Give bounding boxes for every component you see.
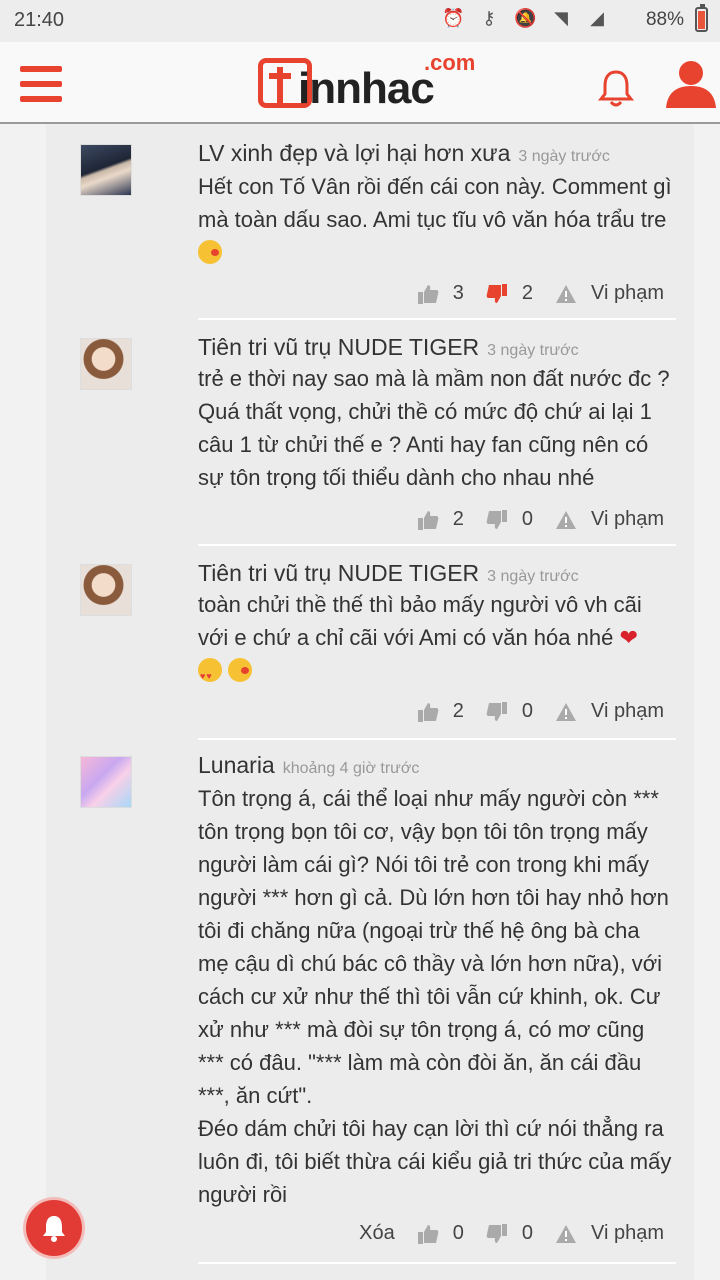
like-button[interactable]: 2 — [417, 700, 464, 723]
dislike-count: 0 — [521, 1222, 533, 1244]
heart-eyes-emoji-icon — [198, 658, 222, 693]
site-header: innhac .com — [0, 42, 720, 124]
menu-icon[interactable] — [20, 66, 62, 102]
dislike-button[interactable]: 2 — [486, 282, 533, 305]
kiss-emoji-icon — [198, 240, 222, 264]
heart-emoji-icon: ❤ — [619, 625, 638, 650]
comment-item: Lunaria khoảng 4 giờ trước Tôn trọng á, c… — [76, 752, 676, 1262]
comment-divider — [198, 544, 676, 546]
dislike-count: 0 — [521, 700, 533, 722]
like-count: 2 — [452, 700, 464, 722]
dislike-button[interactable]: 0 — [486, 508, 533, 531]
like-button[interactable]: 0 — [417, 1222, 464, 1245]
like-button[interactable]: 2 — [417, 508, 464, 531]
comment-divider — [198, 738, 676, 740]
notification-bell-icon[interactable] — [598, 68, 634, 108]
report-label: Vi phạm — [590, 282, 664, 304]
report-button[interactable]: Vi phạm — [555, 282, 664, 305]
status-time: 21:40 — [14, 9, 65, 31]
logo-wordmark: innhac — [298, 64, 435, 113]
mute-icon: 🔕 — [514, 8, 537, 29]
logo-domain: .com — [424, 50, 476, 75]
comment-text-continued: Đéo dám chửi tôi hay cạn lời thì cứ nói … — [198, 1116, 672, 1207]
thumbs-down-icon — [486, 1223, 507, 1243]
report-label: Vi phạm — [590, 700, 664, 722]
thumbs-down-icon — [486, 701, 507, 721]
comment-time: 3 ngày trước — [487, 342, 579, 359]
comment-time: 3 ngày trước — [518, 148, 610, 165]
user-account-icon[interactable] — [664, 58, 718, 110]
site-logo[interactable]: innhac .com — [258, 50, 475, 114]
key-icon: ⚷ — [482, 8, 496, 29]
comment-author[interactable]: Lunaria — [198, 752, 275, 778]
thumbs-up-icon — [417, 284, 439, 304]
avatar[interactable] — [80, 564, 132, 616]
battery-percent: 88% — [645, 9, 684, 30]
thumbs-up-icon — [417, 510, 439, 530]
comment-author[interactable]: Tiên tri vũ trụ NUDE TIGER — [198, 334, 479, 360]
comment-time: khoảng 4 giờ trước — [282, 760, 420, 777]
avatar[interactable] — [80, 338, 132, 390]
comment-divider — [198, 318, 676, 320]
like-count: 3 — [452, 282, 464, 304]
kiss-emoji-icon — [228, 658, 253, 682]
battery-icon — [695, 4, 708, 32]
warning-icon — [555, 510, 576, 529]
avatar[interactable] — [80, 144, 132, 196]
report-button[interactable]: Vi phạm — [555, 1222, 664, 1245]
comment-item: Tiên tri vũ trụ NUDE TIGER 3 ngày trước t… — [76, 560, 676, 736]
comment-text: trẻ e thời nay sao mà là mầm non đất nướ… — [198, 366, 670, 490]
comment-item: LV xinh đẹp và lợi hại hơn xưa 3 ngày trư… — [76, 140, 676, 324]
like-button[interactable]: 3 — [417, 282, 464, 305]
like-count: 0 — [452, 1222, 464, 1244]
thumbs-up-icon — [417, 702, 439, 722]
bell-icon — [43, 1216, 65, 1242]
delete-label: Xóa — [359, 1222, 395, 1244]
dislike-count: 0 — [521, 508, 533, 530]
report-button[interactable]: Vi phạm — [555, 508, 664, 531]
wifi-icon: ◥ — [554, 8, 568, 29]
alarm-icon: ⏰ — [442, 8, 465, 29]
notification-fab[interactable] — [26, 1200, 82, 1256]
comment-text: Hết con Tố Vân rồi đến cái con này. Comm… — [198, 174, 672, 232]
like-count: 2 — [452, 508, 464, 530]
comment-time: 3 ngày trước — [487, 568, 579, 585]
report-label: Vi phạm — [590, 508, 664, 530]
signal-icon: ◢ — [590, 8, 604, 29]
comment-divider — [198, 1262, 676, 1264]
comment-item: Tiên tri vũ trụ NUDE TIGER 3 ngày trước t… — [76, 334, 676, 544]
comment-text: toàn chửi thề thế thì bảo mấy người vô v… — [198, 592, 642, 650]
report-button[interactable]: Vi phạm — [555, 700, 664, 723]
dislike-count: 2 — [521, 282, 533, 304]
warning-icon — [555, 1224, 576, 1243]
dislike-button[interactable]: 0 — [486, 1222, 533, 1245]
thumbs-down-icon — [486, 283, 507, 303]
delete-button[interactable]: Xóa — [359, 1222, 395, 1245]
warning-icon — [555, 284, 576, 303]
thumbs-down-icon — [486, 509, 507, 529]
thumbs-up-icon — [417, 1224, 439, 1244]
dislike-button[interactable]: 0 — [486, 700, 533, 723]
status-bar: 21:40 ⏰ ⚷ 🔕 ◥ ◢ 88% — [0, 0, 720, 42]
report-label: Vi phạm — [590, 1222, 664, 1244]
comment-text: Tôn trọng á, cái thể loại như mấy người … — [198, 786, 669, 1108]
warning-icon — [555, 702, 576, 721]
avatar[interactable] — [80, 756, 132, 808]
comment-author[interactable]: LV xinh đẹp và lợi hại hơn xưa — [198, 140, 510, 166]
comment-author[interactable]: Tiên tri vũ trụ NUDE TIGER — [198, 560, 479, 586]
